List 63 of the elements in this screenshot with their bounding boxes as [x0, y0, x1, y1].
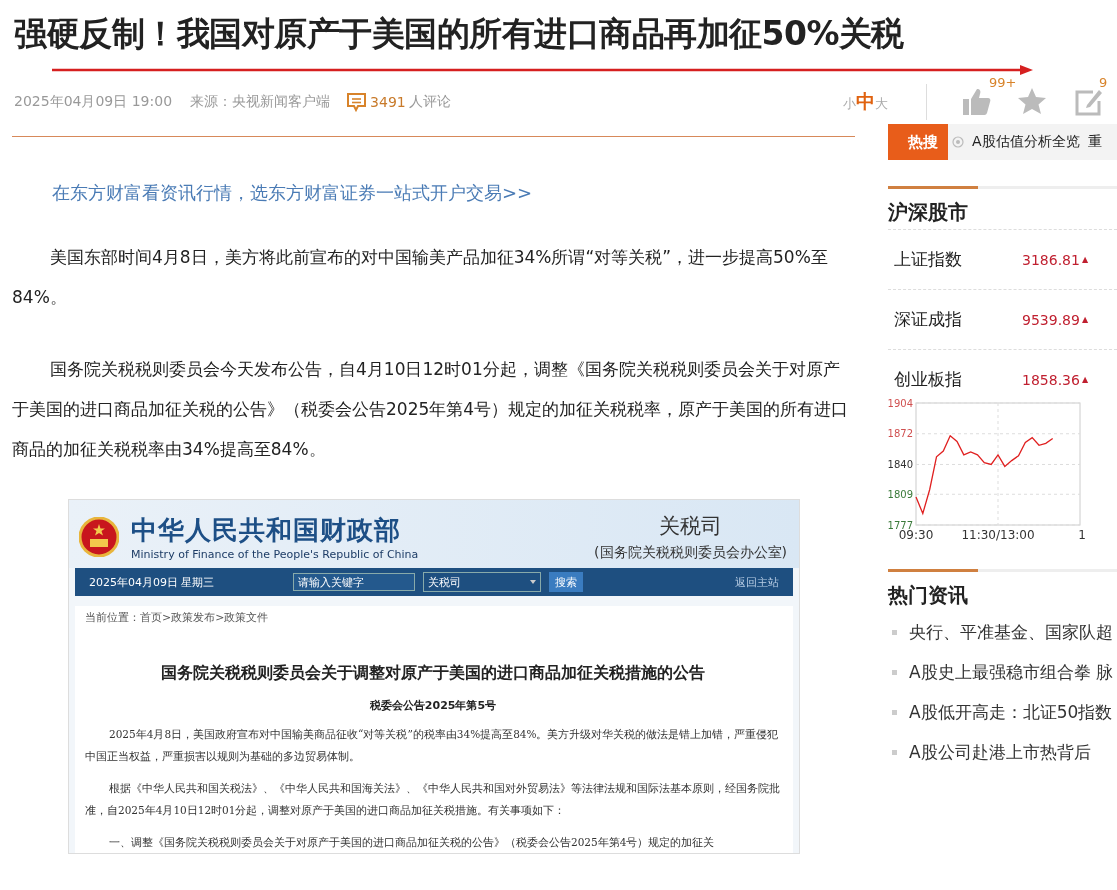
notice-paragraph: 2025年4月8日，美国政府宣布对中国输美商品征收“对等关税”的税率由34%提高至84%。美方升级对华关税的做法是错上加错，严重侵犯中国正当权益，严重损害以规则为基础的多边贸易体制。: [85, 727, 780, 764]
scope-dropdown[interactable]: 关税司: [423, 572, 541, 592]
article-title: 强硬反制！我国对原产于美国的所有进口商品再加征50%关税: [14, 13, 905, 55]
index-value: 9539.89: [1022, 311, 1080, 328]
bullet-icon: [892, 709, 897, 715]
section-heading: 热门资讯: [888, 569, 1117, 612]
hot-search-link[interactable]: 重: [1087, 133, 1102, 151]
breadcrumb: 当前位置：首页>政策发布>政策文件: [85, 610, 270, 625]
action-count: 9: [1099, 75, 1108, 90]
comment-label: 人评论: [408, 93, 451, 111]
y-tick-label: 1904: [888, 397, 913, 409]
home-link[interactable]: 返回主站: [735, 574, 779, 590]
site-name: 中华人民共和国财政部: [131, 514, 402, 547]
y-tick-label: 1872: [888, 428, 913, 440]
bullet-icon: [892, 629, 897, 635]
y-tick-label: 1840: [888, 459, 913, 470]
comment-icon: [346, 92, 368, 112]
star-icon[interactable]: [1017, 87, 1047, 117]
section-heading: 沪深股市: [888, 186, 1117, 229]
source-name: 央视新闻客户端: [232, 93, 331, 111]
x-tick-label: 11:30/13:00: [961, 528, 1035, 542]
index-name[interactable]: 上证指数: [894, 248, 1022, 271]
keyword-field[interactable]: 请输入关键字: [293, 573, 415, 591]
radio-icon: [952, 136, 964, 148]
publish-date: 2025年04月09日 19:00: [14, 93, 173, 111]
promo-link[interactable]: 在东方财富看资讯行情，选东方财富证券一站式开户交易>>: [52, 181, 855, 205]
notice-number: 税委会公告2025年第5号: [368, 698, 498, 713]
x-tick-label: 09:30: [898, 528, 934, 542]
nav-date: 2025年04月09日 星期三: [89, 574, 216, 590]
news-link[interactable]: 央行、平准基金、国家队超: [909, 620, 1113, 644]
search-button[interactable]: 搜索: [549, 572, 583, 592]
font-size-option[interactable]: 中: [856, 89, 875, 115]
thumbs-up-icon[interactable]: [961, 87, 991, 117]
trend-arrow: ▲: [1081, 375, 1089, 384]
index-value: 1858.36: [1022, 371, 1080, 388]
department-note: (国务院关税税则委员会办公室): [594, 544, 787, 562]
hot-search-badge: 热搜: [888, 124, 948, 160]
news-link[interactable]: A股低开高走：北证50指数: [909, 700, 1113, 724]
notice-paragraph: 一、调整《国务院关税税则委员会关于对原产于美国的进口商品加征关税的公告》（税委会公告2025年第4号）规定的加征关: [108, 835, 716, 850]
edit-icon[interactable]: [1073, 87, 1103, 117]
source-label: 来源：: [190, 93, 233, 111]
department-name: 关税司: [658, 513, 724, 540]
notice-title: 国务院关税税则委员会关于调整对原产于美国的进口商品加征关税措施的公告: [160, 663, 706, 684]
index-value: 3186.81: [1022, 251, 1080, 268]
y-tick-label: 1777: [888, 519, 913, 531]
action-count: 99+: [989, 75, 1017, 90]
news-link[interactable]: A股公司赴港上市热背后: [909, 740, 1091, 764]
notice-paragraph: 根据《中华人民共和国关税法》、《中华人民共和国海关法》、《中华人民共和国对外贸易法》等法律法规和国际法基本原则，经国务院批准，自2025年4月10日12时01分起，调整对原产于美国的进口商品加征关税措施。有关事项如下：: [85, 781, 781, 818]
index-name[interactable]: 创业板指: [894, 368, 1022, 391]
bullet-icon: [892, 749, 897, 755]
trend-arrow: ▲: [1081, 315, 1089, 324]
site-name-english: Ministry of Finance of the People's Republic of China: [131, 548, 419, 561]
emblem-logo: [79, 517, 119, 557]
hot-search-link[interactable]: A股估值分析全览: [972, 133, 1080, 151]
bullet-icon: [892, 669, 897, 675]
index-name[interactable]: 深证成指: [894, 308, 1022, 331]
article-paragraph: 国务院关税税则委员会今天发布公告，自4月10日12时01分起，调整《国务院关税税则委员会关于对原产于美国的进口商品加征关税的公告》（税委会公告2025年第4号）规定的加征关税税率，原产于美国的所有进口商品的加征关税税率由34%提高至84%。: [12, 358, 850, 461]
article-paragraph: 美国东部时间4月8日，美方将此前宣布的对中国输美产品加征34%所谓“对等关税”，进一步提高50%至84%。: [12, 246, 829, 309]
trend-arrow: ▲: [1081, 255, 1089, 264]
x-tick-label: 1: [1078, 528, 1086, 542]
y-tick-label: 1809: [888, 488, 913, 500]
caret-icon: [530, 580, 536, 584]
news-link[interactable]: A股史上最强稳市组合拳 脉: [909, 660, 1114, 684]
